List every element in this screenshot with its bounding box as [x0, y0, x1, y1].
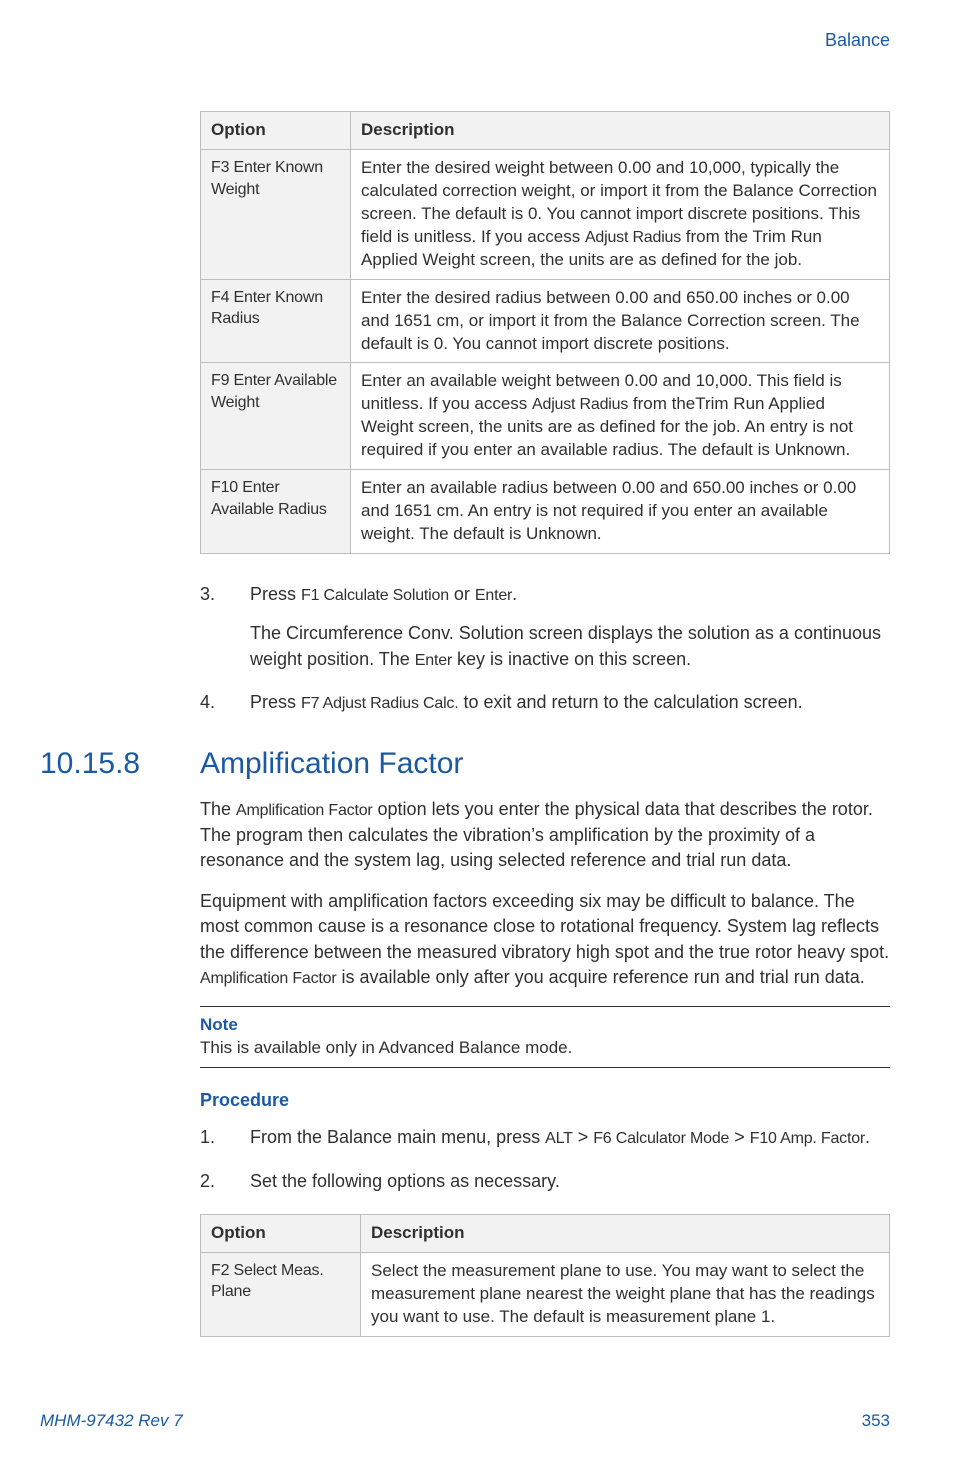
s3-c1: F1 Calculate Solution [301, 587, 449, 604]
t2-r0-desc: Select the measurement plane to use. You… [361, 1252, 890, 1336]
t2-head-option: Option [201, 1214, 361, 1252]
p2-post: is available only after you acquire refe… [337, 967, 865, 987]
p2-pre: Equipment with amplification factors exc… [200, 891, 889, 961]
t1-head-desc: Description [351, 112, 890, 150]
note-body: This is available only in Advanced Balan… [200, 1037, 890, 1059]
section-number: 10.15.8 [40, 747, 200, 781]
ps1-c3: F10 Amp. Factor [750, 1130, 865, 1147]
proc-step-1: From the Balance main menu, press ALT > … [200, 1125, 890, 1150]
t1-r1-opt: F4 Enter Known Radius [201, 279, 351, 363]
t1-r0-desc: Enter the desired weight between 0.00 an… [351, 149, 890, 279]
p2-cond: Amplification Factor [200, 970, 337, 987]
t1-r0-cond: Adjust Radius [585, 229, 681, 246]
note-label: Note [200, 1015, 890, 1035]
t2-r0-opt: F2 Select Meas. Plane [201, 1252, 361, 1336]
t1-r3-pre: Enter an available radius between 0.00 a… [361, 478, 856, 543]
ps1-post: . [865, 1127, 870, 1147]
t2-head-desc: Description [361, 1214, 890, 1252]
table-row: F9 Enter Available Weight Enter an avail… [201, 363, 890, 470]
s3p-cond: Enter [415, 652, 452, 669]
table-row: F3 Enter Known Weight Enter the desired … [201, 149, 890, 279]
proc-step-2: Set the following options as necessary. [200, 1169, 890, 1194]
s3-mid: or [449, 584, 475, 604]
s4-cond: F7 Adjust Radius Calc. [301, 695, 458, 712]
table-row: F2 Select Meas. Plane Select the measure… [201, 1252, 890, 1336]
t1-r2-cond: Adjust Radius [532, 396, 628, 413]
s3-c2: Enter [475, 587, 512, 604]
options-table-2: Option Description F2 Select Meas. Plane… [200, 1214, 890, 1337]
ps1-m1: > [573, 1127, 594, 1147]
s3-post: . [512, 584, 517, 604]
t1-r2-desc: Enter an available weight between 0.00 a… [351, 363, 890, 470]
t1-r1-pre: Enter the desired radius between 0.00 an… [361, 288, 860, 353]
section-title: Amplification Factor [200, 747, 463, 781]
step-4: Press F7 Adjust Radius Calc. to exit and… [200, 690, 890, 715]
ps1-c1: ALT [545, 1130, 573, 1147]
procedure-label: Procedure [200, 1090, 890, 1111]
p1-pre: The [200, 799, 236, 819]
s4-post: to exit and return to the calculation sc… [458, 692, 802, 712]
t1-r3-opt: F10 Enter Available Radius [201, 470, 351, 554]
footer-doc-id: MHM-97432 Rev 7 [40, 1411, 183, 1431]
s4-pre: Press [250, 692, 301, 712]
t1-r1-desc: Enter the desired radius between 0.00 an… [351, 279, 890, 363]
note-rule-bottom [200, 1067, 890, 1068]
step-3: Press F1 Calculate Solution or Enter. Th… [200, 582, 890, 672]
ps1-c2: F6 Calculator Mode [593, 1130, 729, 1147]
footer-page-number: 353 [862, 1411, 890, 1431]
s3-pre: Press [250, 584, 301, 604]
t1-r3-desc: Enter an available radius between 0.00 a… [351, 470, 890, 554]
t1-r0-opt: F3 Enter Known Weight [201, 149, 351, 279]
section-para-2: Equipment with amplification factors exc… [200, 889, 890, 990]
p1-cond: Amplification Factor [236, 802, 373, 819]
step-3-para: The Circumference Conv. Solution screen … [250, 621, 890, 672]
note-rule-top [200, 1006, 890, 1007]
table-row: F10 Enter Available Radius Enter an avai… [201, 470, 890, 554]
options-table-1: Option Description F3 Enter Known Weight… [200, 111, 890, 554]
t1-head-option: Option [201, 112, 351, 150]
t1-r2-opt: F9 Enter Available Weight [201, 363, 351, 470]
section-para-1: The Amplification Factor option lets you… [200, 797, 890, 873]
ps1-pre: From the Balance main menu, press [250, 1127, 545, 1147]
table-row: F4 Enter Known Radius Enter the desired … [201, 279, 890, 363]
header-section: Balance [40, 30, 890, 51]
s3p-post: key is inactive on this screen. [452, 649, 691, 669]
ps1-m2: > [729, 1127, 750, 1147]
